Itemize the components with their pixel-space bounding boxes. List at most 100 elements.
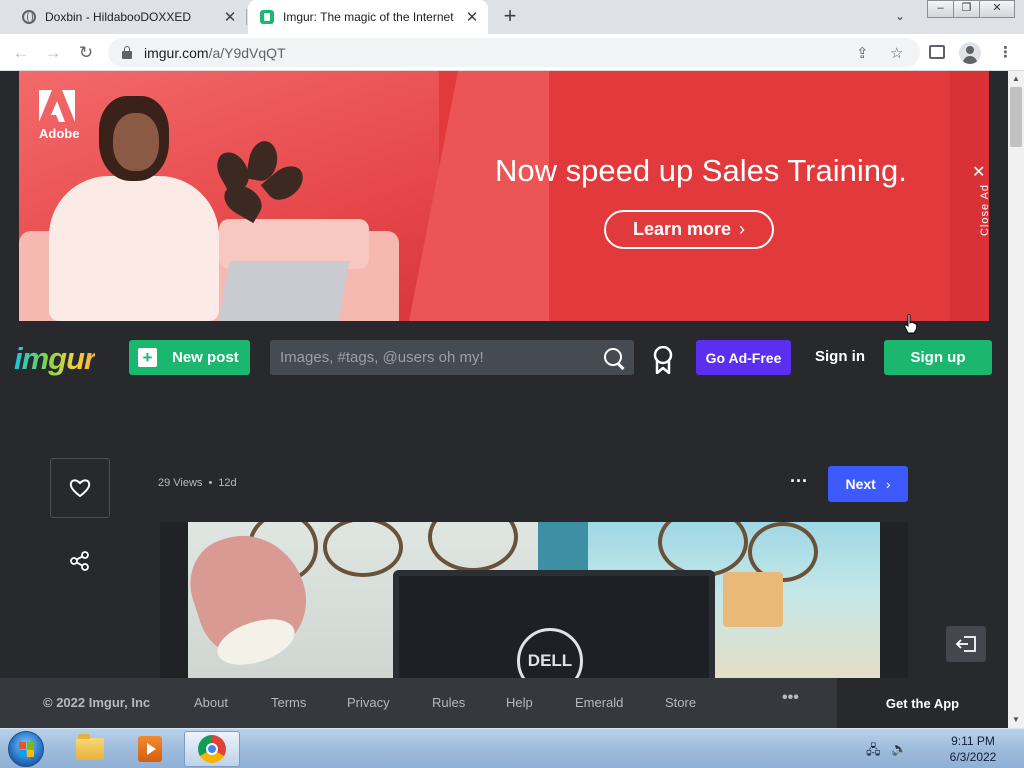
view-count: 29 Views: [158, 477, 203, 489]
photo-railing: [323, 522, 403, 577]
bookmark-star-icon[interactable]: ☆: [890, 44, 903, 62]
profile-avatar-icon[interactable]: [959, 42, 981, 64]
ad-learn-more-button[interactable]: Learn more ›: [604, 210, 774, 249]
start-button[interactable]: [8, 731, 44, 767]
search-input[interactable]: [280, 349, 598, 366]
footer-link-help[interactable]: Help: [506, 695, 533, 710]
globe-icon: [22, 10, 36, 24]
heart-icon: [69, 479, 91, 498]
sign-out-icon: [955, 636, 976, 652]
tab-title: Imgur: The magic of the Internet: [283, 10, 454, 24]
new-tab-button[interactable]: +: [498, 5, 522, 29]
tab-search-chevron-icon[interactable]: ⌄: [895, 9, 905, 23]
browser-tab-strip: Doxbin - HildabooDOXXED ✕ Imgur: The mag…: [0, 0, 1024, 34]
photo-railing: [428, 522, 518, 572]
scroll-up-arrow-icon[interactable]: ▲: [1012, 74, 1020, 83]
restore-button[interactable]: ❐: [953, 0, 980, 18]
ad-photo-person-face: [113, 113, 159, 171]
footer-link-store[interactable]: Store: [665, 695, 696, 710]
ad-photo-person: [49, 176, 219, 321]
ad-headline: Now speed up Sales Training.: [495, 153, 907, 188]
lock-icon[interactable]: [122, 45, 132, 59]
meta-separator: •: [208, 477, 213, 489]
new-post-label: New post: [172, 349, 239, 366]
new-post-button[interactable]: + New post: [129, 340, 250, 375]
close-tab-icon[interactable]: ✕: [462, 8, 482, 26]
imgur-logo[interactable]: imgur: [14, 341, 96, 377]
volume-icon[interactable]: 🔈: [891, 741, 907, 757]
ad-cta-label: Learn more: [632, 219, 732, 239]
sign-up-button[interactable]: Sign up: [884, 340, 992, 375]
close-ad-label[interactable]: Close Ad: [979, 184, 989, 236]
close-icon[interactable]: ✕: [972, 162, 985, 182]
footer-link-rules[interactable]: Rules: [432, 695, 465, 710]
scrollbar-thumb[interactable]: [1010, 87, 1022, 147]
next-post-button[interactable]: Next ›: [828, 466, 908, 502]
clock-date: 6/3/2022: [949, 750, 997, 764]
post-photo: DELL: [188, 522, 880, 682]
photo-cloth: [723, 572, 783, 627]
post-image[interactable]: DELL: [160, 522, 908, 682]
close-ad-text: Close Ad: [979, 183, 989, 236]
more-options-icon[interactable]: ···: [790, 471, 808, 492]
close-window-button[interactable]: ✕: [979, 0, 1015, 18]
footer-link-about[interactable]: About: [194, 695, 228, 710]
footer-link-emerald[interactable]: Emerald: [575, 695, 623, 710]
network-icon[interactable]: 🖧: [866, 741, 881, 763]
sign-in-link[interactable]: Sign in: [815, 348, 865, 365]
minimize-button[interactable]: –: [927, 0, 954, 18]
footer-more-icon[interactable]: •••: [782, 689, 799, 707]
award-ribbon-icon[interactable]: [653, 346, 673, 374]
share-page-icon[interactable]: ⇪: [856, 44, 869, 62]
page-scrollbar[interactable]: ▲ ▼: [1008, 71, 1024, 728]
plus-icon: +: [138, 348, 157, 367]
site-footer: © 2022 Imgur, Inc About Terms Privacy Ru…: [0, 678, 1008, 728]
next-label: Next: [845, 476, 876, 492]
ad-banner[interactable]: Adobe Now speed up Sales Training. Learn…: [19, 71, 989, 321]
chevron-right-icon: ›: [739, 219, 746, 239]
back-button[interactable]: ←: [10, 42, 32, 64]
page-viewport: Adobe Now speed up Sales Training. Learn…: [0, 71, 1008, 728]
media-player-icon: [138, 736, 162, 762]
adobe-a-icon: [39, 90, 75, 122]
taskbar-explorer[interactable]: [62, 731, 118, 767]
search-bar[interactable]: [270, 340, 634, 375]
adobe-logo: Adobe: [39, 90, 79, 141]
clock-time: 9:11 PM: [951, 734, 995, 748]
close-tab-icon[interactable]: ✕: [220, 8, 240, 26]
favorite-button[interactable]: [50, 458, 110, 518]
adobe-wordmark: Adobe: [39, 126, 80, 141]
copyright: © 2022 Imgur, Inc: [43, 695, 151, 710]
system-clock[interactable]: 9:11 PM 6/3/2022: [933, 733, 1013, 765]
hand-cursor-icon: [904, 314, 918, 334]
chevron-right-icon: ›: [885, 476, 891, 492]
url-path: /a/Y9dVqQT: [208, 44, 286, 61]
address-bar[interactable]: imgur.com/a/Y9dVqQT ⇪ ☆: [108, 38, 920, 67]
go-ad-free-button[interactable]: Go Ad-Free: [696, 340, 791, 375]
footer-link-privacy[interactable]: Privacy: [347, 695, 390, 710]
browser-menu-icon[interactable]: ⋮: [998, 43, 1013, 61]
post-meta: 29 Views • 12d: [158, 477, 237, 489]
footer-link-terms[interactable]: Terms: [271, 695, 306, 710]
imgur-favicon: [260, 10, 274, 24]
tab-imgur[interactable]: Imgur: The magic of the Internet ✕: [248, 0, 488, 34]
folder-icon: [76, 734, 104, 760]
tab-title: Doxbin - HildabooDOXXED: [45, 10, 192, 24]
windows-logo-icon: [19, 742, 34, 757]
side-panel-icon[interactable]: [929, 45, 945, 59]
ad-photo-plant: [209, 138, 310, 241]
windows-taskbar: 🖧 🔈 9:11 PM 6/3/2022: [0, 728, 1024, 768]
scroll-down-arrow-icon[interactable]: ▼: [1012, 715, 1020, 724]
taskbar-media-player[interactable]: [122, 731, 178, 767]
tab-divider: [246, 9, 247, 25]
url-host: imgur.com: [144, 44, 209, 61]
exit-fullscreen-button[interactable]: [946, 626, 986, 662]
get-the-app-button[interactable]: Get the App: [837, 678, 1008, 728]
ad-photo-laptop: [218, 261, 350, 321]
share-icon[interactable]: [68, 549, 92, 573]
taskbar-chrome[interactable]: [184, 731, 240, 767]
tab-doxbin[interactable]: Doxbin - HildabooDOXXED ✕: [8, 0, 246, 34]
search-icon[interactable]: [598, 343, 628, 373]
forward-button[interactable]: →: [42, 42, 64, 64]
reload-button[interactable]: ↻: [75, 42, 97, 64]
